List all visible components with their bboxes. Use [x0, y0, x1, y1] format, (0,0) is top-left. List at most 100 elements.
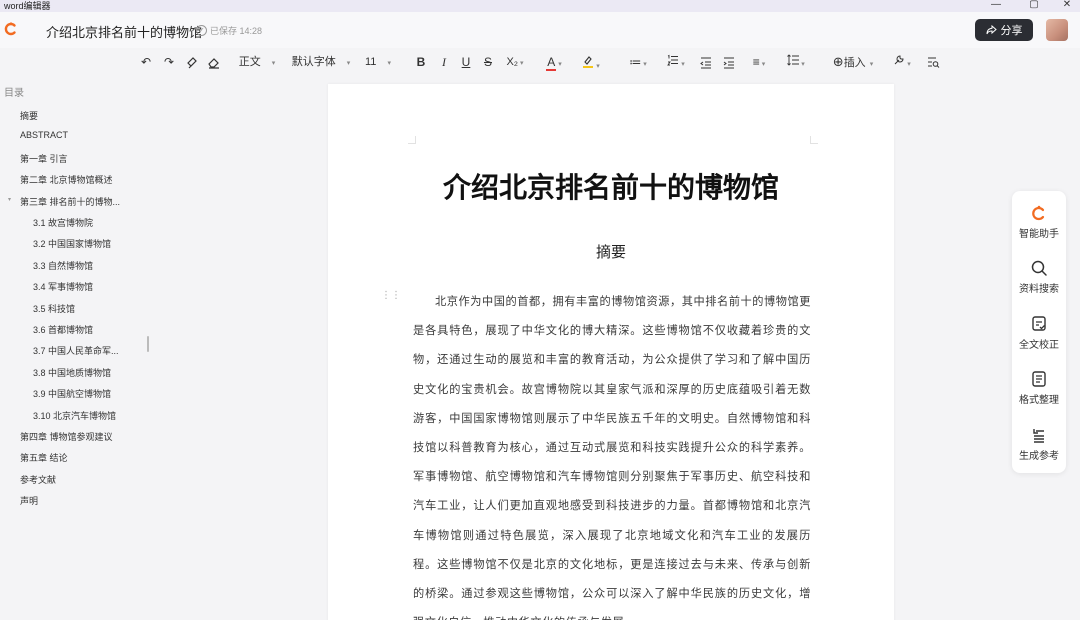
highlight-button[interactable]: ▾	[578, 54, 604, 70]
chevron-down-icon: ▾	[387, 60, 391, 67]
page-corner-mark	[408, 136, 416, 144]
eraser-icon[interactable]	[207, 54, 221, 70]
format-button[interactable]: 格式整理	[1012, 370, 1066, 406]
save-status: ✓ 已保存 14:28	[196, 24, 262, 37]
chevron-down-icon: ▾	[520, 60, 524, 67]
font-select[interactable]: 默认字体 ▾	[288, 54, 354, 70]
format-icon	[1032, 371, 1046, 387]
saved-check-icon: ✓	[196, 25, 207, 36]
ai-assistant-button[interactable]: 智能助手	[1012, 204, 1066, 240]
toc-item[interactable]: 3.4 军事博物馆	[33, 280, 93, 293]
chevron-down-icon: ▾	[907, 61, 911, 68]
search-icon	[1031, 260, 1047, 276]
numbered-list-icon	[667, 54, 679, 66]
search-button[interactable]: 资料搜索	[1012, 259, 1066, 295]
line-spacing-icon	[787, 54, 800, 66]
font-value: 默认字体	[291, 56, 336, 68]
toc-item[interactable]: 3.3 自然博物馆	[33, 259, 93, 272]
app-logo-icon	[4, 22, 16, 36]
chevron-down-icon: ▾	[596, 63, 600, 70]
toc-item[interactable]: 参考文献	[20, 473, 56, 486]
chevron-down-icon: ▾	[681, 61, 685, 68]
insert-button[interactable]: ⊕插入 ▾	[828, 54, 878, 70]
toc-item[interactable]: 3.1 故宫博物院	[33, 216, 93, 229]
tools-button[interactable]: ▾	[888, 54, 916, 70]
abstract-paragraph[interactable]: 北京作为中国的首都，拥有丰富的博物馆资源，其中排名前十的博物馆更是各具特色，展现…	[413, 287, 811, 620]
page-corner-mark	[810, 136, 818, 144]
ai-assistant-label: 智能助手	[1019, 229, 1059, 240]
reference-label: 生成参考	[1019, 451, 1059, 462]
document-heading[interactable]: 介绍北京排名前十的博物馆	[328, 166, 894, 206]
toc-item[interactable]: 第二章 北京博物馆概述	[20, 173, 113, 186]
search-label: 资料搜索	[1019, 284, 1059, 295]
tools-icon	[894, 55, 904, 65]
subscript-button[interactable]: X₂ ▾	[503, 54, 527, 70]
toc-item[interactable]: 摘要	[20, 109, 38, 122]
insert-plus-icon: ⊕	[832, 54, 844, 69]
brush-icon[interactable]	[185, 54, 199, 70]
toc-item[interactable]: 3.9 中国航空博物馆	[33, 387, 111, 400]
toc-item[interactable]: 3.6 首都博物馆	[33, 323, 93, 336]
app-name: word编辑器	[4, 1, 51, 11]
toc-item[interactable]: 声明	[20, 494, 38, 507]
toc-title: 目录	[4, 88, 24, 99]
share-button[interactable]: 分享	[975, 19, 1033, 41]
chevron-down-icon: ▾	[558, 61, 562, 68]
bullet-list-button[interactable]: ≔ ▾	[624, 54, 652, 70]
reference-icon	[1033, 429, 1044, 443]
style-select[interactable]: 正文 ▾	[237, 54, 277, 70]
highlight-icon	[583, 56, 594, 68]
bold-button[interactable]: B	[414, 54, 428, 70]
toc-item[interactable]: 3.7 中国人民革命军...	[33, 344, 119, 357]
redo-icon[interactable]: ↷	[162, 54, 176, 70]
chevron-down-icon: ▾	[869, 61, 874, 68]
toc-item[interactable]: ABSTRACT	[20, 130, 68, 140]
minimize-icon[interactable]: —	[990, 0, 1002, 11]
toc-item[interactable]: 3.5 科技馆	[33, 302, 75, 315]
undo-icon[interactable]: ↶	[139, 54, 153, 70]
chevron-down-icon: ▾	[346, 60, 351, 67]
align-icon: ≡	[752, 55, 760, 69]
proofread-button[interactable]: 全文校正	[1012, 315, 1066, 351]
drag-handle-icon[interactable]: ⋮⋮	[381, 291, 401, 301]
chevron-down-icon: ▾	[801, 61, 805, 68]
numbered-list-button[interactable]: ▾	[662, 54, 690, 70]
underline-button[interactable]: U	[459, 54, 473, 70]
line-spacing-button[interactable]: ▾	[782, 54, 810, 70]
toc-item[interactable]: 第三章 排名前十的博物...	[20, 195, 120, 208]
ai-assistant-icon	[1032, 205, 1045, 221]
toc-item[interactable]: 第五章 结论	[20, 451, 68, 464]
maximize-icon[interactable]: ▢	[1028, 0, 1040, 11]
bullet-list-icon: ≔	[629, 55, 642, 69]
window-titlebar: word编辑器 — ▢ ✕	[0, 0, 1080, 12]
insert-label: 插入	[843, 57, 866, 69]
size-select[interactable]: 11 ▾	[361, 54, 395, 70]
close-icon[interactable]: ✕	[1061, 0, 1073, 11]
share-arrow-icon	[986, 25, 997, 35]
toc-item[interactable]: 第四章 博物馆参观建议	[20, 430, 113, 443]
outdent-icon[interactable]	[699, 54, 713, 70]
find-replace-icon[interactable]	[926, 54, 940, 70]
toc-item[interactable]: 3.8 中国地质博物馆	[33, 366, 111, 379]
align-button[interactable]: ≡ ▾	[745, 54, 773, 70]
font-color-button[interactable]: A ▾	[541, 54, 567, 71]
strikethrough-button[interactable]: S	[481, 54, 495, 70]
reference-button[interactable]: 生成参考	[1012, 426, 1066, 462]
save-status-text: 已保存 14:28	[210, 26, 263, 36]
abstract-heading[interactable]: 摘要	[328, 241, 894, 262]
toc-scrollbar[interactable]	[147, 336, 149, 352]
italic-button[interactable]: I	[437, 54, 451, 70]
subscript-label: X₂	[506, 56, 519, 68]
doc-title[interactable]: 介绍北京排名前十的博物馆	[46, 22, 202, 41]
indent-icon[interactable]	[722, 54, 736, 70]
avatar[interactable]	[1046, 19, 1068, 41]
chevron-down-icon: ▾	[761, 61, 766, 68]
collapse-caret-icon[interactable]: ▾	[8, 196, 11, 203]
proofread-icon	[1032, 316, 1046, 331]
toc-item[interactable]: 3.10 北京汽车博物馆	[33, 409, 116, 422]
chevron-down-icon: ▾	[271, 60, 276, 67]
toc-item[interactable]: 第一章 引言	[20, 152, 68, 165]
toc-item[interactable]: 3.2 中国国家博物馆	[33, 237, 111, 250]
proofread-label: 全文校正	[1019, 340, 1059, 351]
size-value: 11	[365, 56, 377, 68]
